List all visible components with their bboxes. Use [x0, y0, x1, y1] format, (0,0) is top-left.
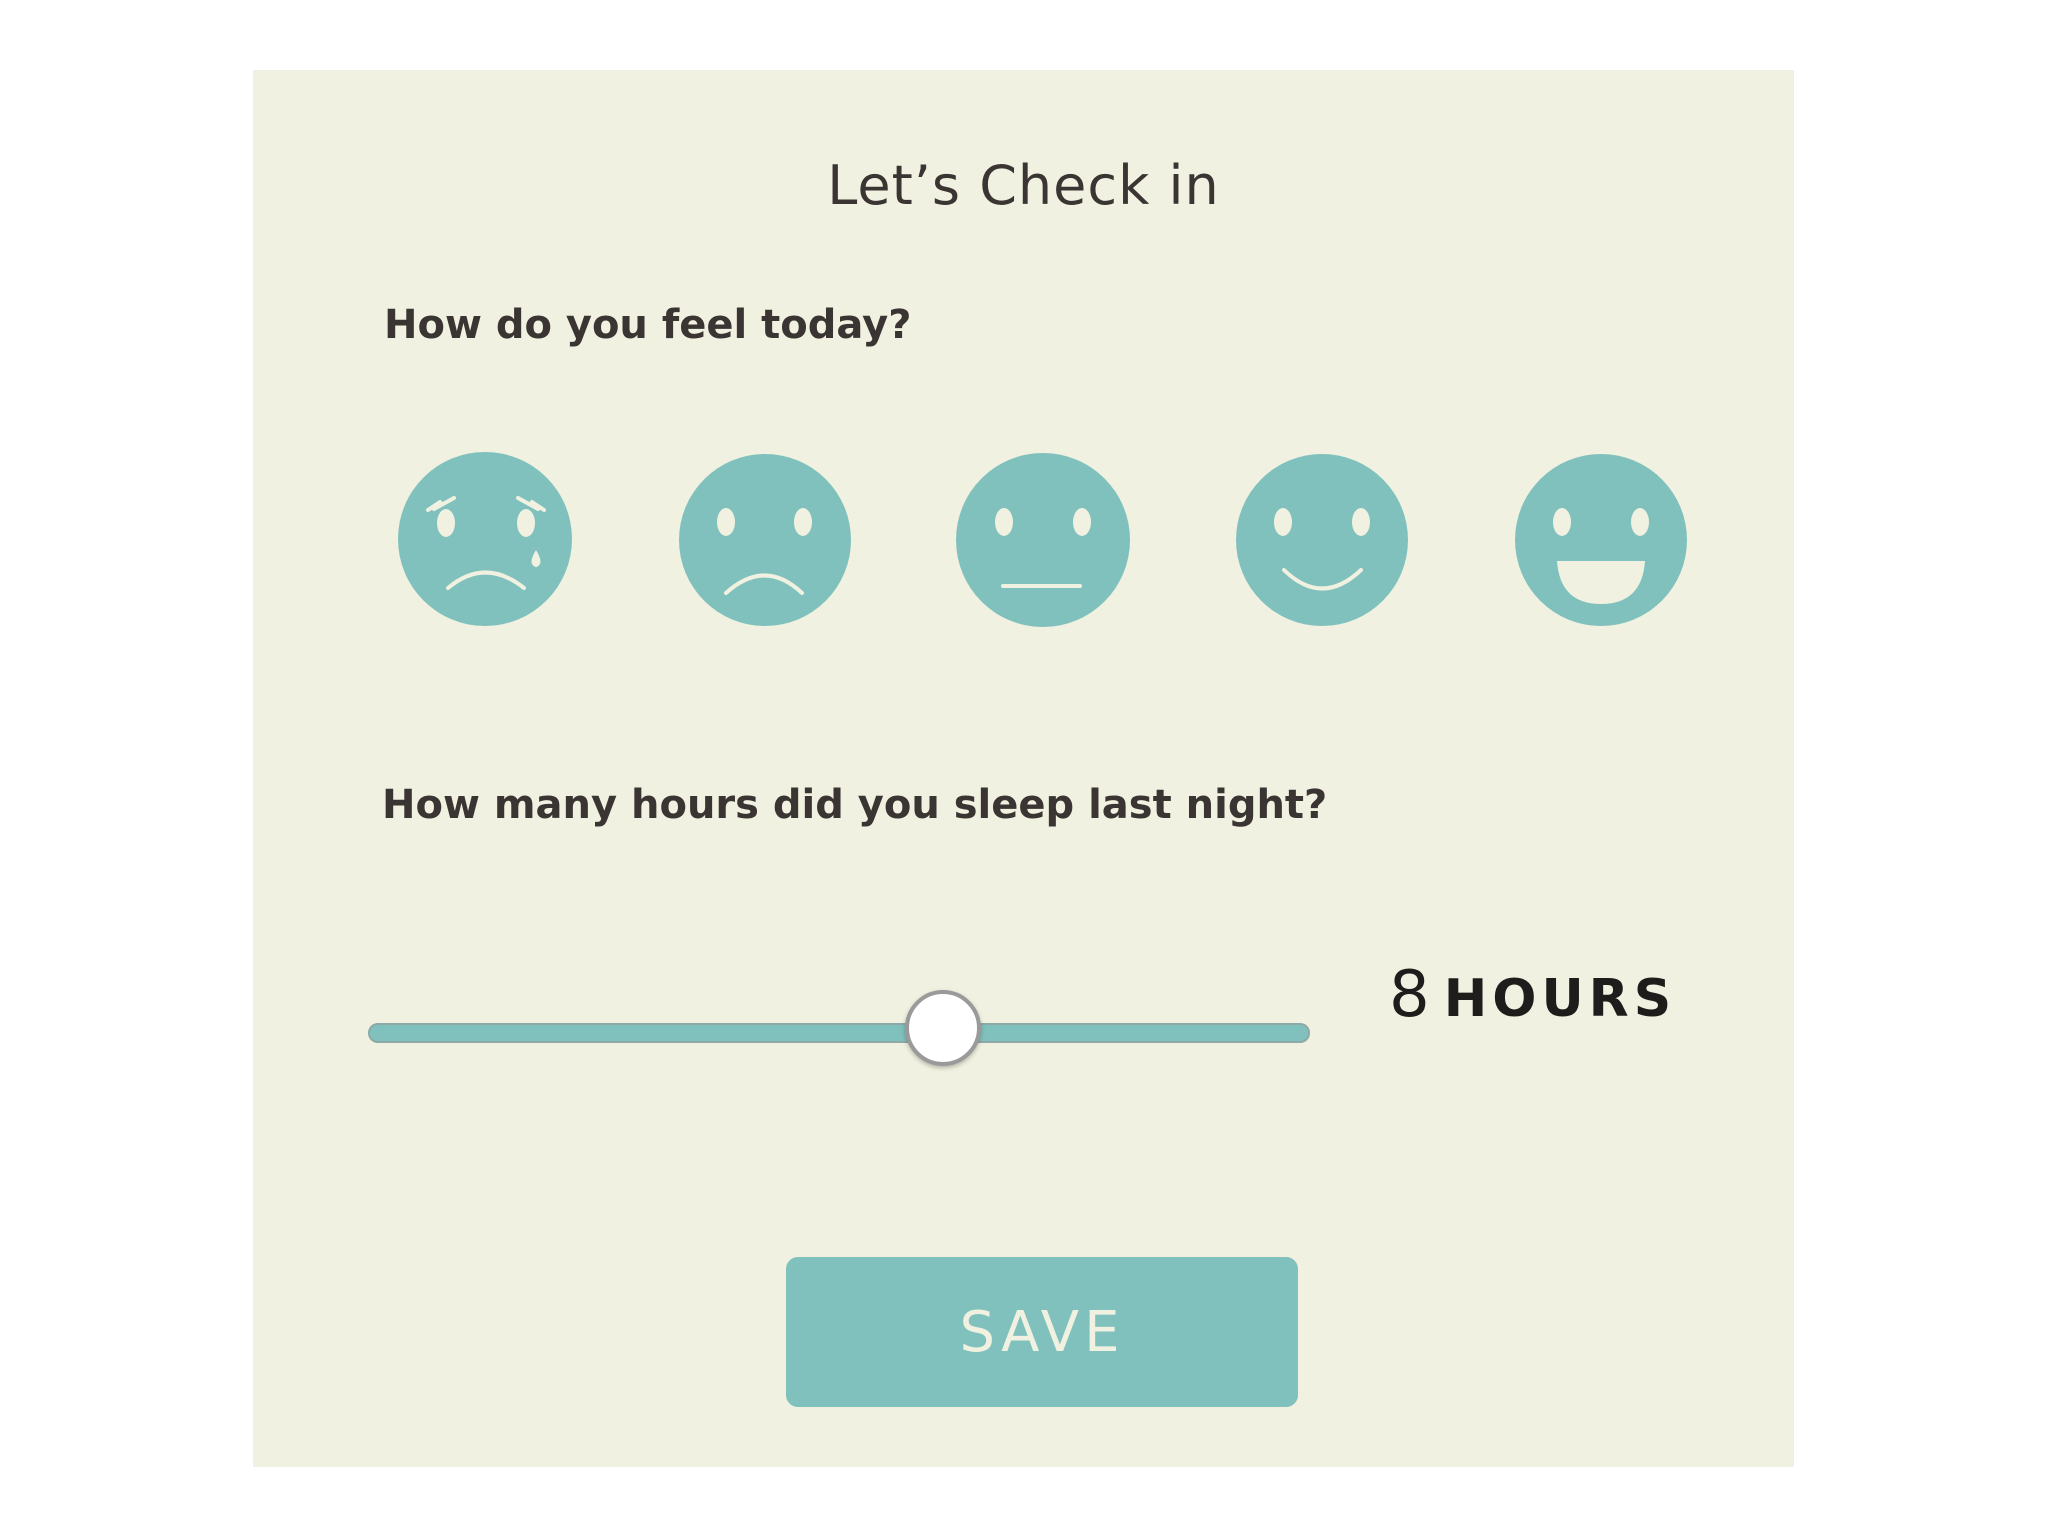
slider-thumb[interactable]	[904, 990, 981, 1066]
sleep-question: How many hours did you sleep last night?	[382, 782, 1328, 828]
slider-track[interactable]	[368, 1023, 1310, 1043]
sad-face-icon[interactable]	[678, 453, 852, 627]
sleep-hours-slider[interactable]	[368, 990, 1310, 1070]
sleep-hours-readout: 8 HOURS	[1389, 958, 1676, 1032]
smiling-face-icon[interactable]	[1235, 453, 1409, 627]
save-button[interactable]: SAVE	[786, 1257, 1298, 1407]
sleep-hours-unit: HOURS	[1443, 969, 1677, 1029]
sleep-hours-value: 8	[1389, 958, 1430, 1032]
crying-face-icon[interactable]	[398, 452, 572, 626]
check-in-card: Let’s Check in How do you feel today? Ho…	[253, 70, 1794, 1467]
neutral-face-icon[interactable]	[956, 453, 1130, 627]
grinning-face-icon[interactable]	[1514, 453, 1688, 627]
